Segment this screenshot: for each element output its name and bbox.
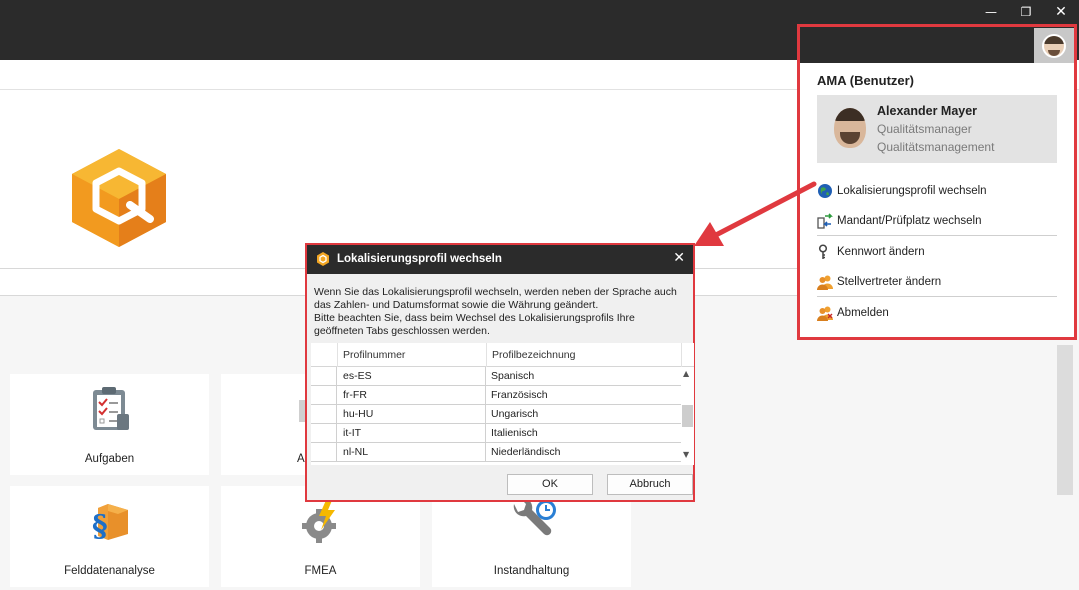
- column-header-profile-name[interactable]: Profilbezeichnung: [492, 349, 575, 361]
- column-divider: [486, 343, 487, 367]
- minimize-button[interactable]: —: [976, 2, 1006, 22]
- dialog-message: Wenn Sie das Lokalisierungsprofil wechse…: [314, 286, 689, 338]
- row-selector[interactable]: [311, 405, 337, 423]
- dialog-close-button[interactable]: ✕: [673, 250, 685, 266]
- user-account-title: AMA (Benutzer): [817, 73, 915, 88]
- avatar-button[interactable]: [1034, 28, 1074, 63]
- restore-button[interactable]: ❐: [1011, 2, 1041, 22]
- avatar-icon: [1042, 34, 1066, 58]
- app-logo-icon: [317, 252, 329, 266]
- tile-label: Instandhaltung: [493, 565, 570, 577]
- tile-felddatenanalyse[interactable]: § Felddatenanalyse: [10, 486, 209, 587]
- cell-profile-number: fr-FR: [337, 386, 486, 404]
- column-divider: [681, 343, 682, 367]
- cell-profile-number: es-ES: [337, 367, 486, 385]
- logout-users-icon: [817, 306, 833, 321]
- dialog-message-line: geöffneten Tabs geschlossen werden.: [314, 325, 490, 337]
- switch-arrows-icon: [817, 213, 833, 229]
- menu-item-localization[interactable]: Lokalisierungsprofil wechseln: [817, 179, 1057, 203]
- key-icon: [818, 244, 828, 259]
- column-header-profile-number[interactable]: Profilnummer: [343, 349, 405, 361]
- cell-profile-name: Spanisch: [491, 370, 535, 382]
- tile-label: Aufgaben: [84, 453, 135, 465]
- grid-rows: es-ES Spanisch fr-FR Französisch hu-HU U…: [311, 367, 681, 462]
- tile-label: Felddatenanalyse: [64, 565, 155, 577]
- cell-profile-name: Italienisch: [491, 427, 538, 439]
- dialog-message-line: Bitte beachten Sie, dass beim Wechsel de…: [314, 312, 635, 324]
- table-row[interactable]: es-ES Spanisch: [311, 367, 681, 386]
- row-selector[interactable]: [311, 367, 337, 385]
- menu-divider: [817, 235, 1057, 236]
- menu-item-label: Stellvertreter ändern: [837, 276, 942, 288]
- menu-item-label: Kennwort ändern: [837, 246, 925, 258]
- menu-divider: [817, 296, 1057, 297]
- row-selector[interactable]: [311, 443, 337, 461]
- table-row[interactable]: hu-HU Ungarisch: [311, 405, 681, 424]
- profile-photo: [834, 108, 866, 148]
- page-scrollbar[interactable]: [1057, 345, 1073, 495]
- dialog-titlebar[interactable]: Lokalisierungsprofil wechseln ✕: [307, 245, 693, 274]
- profile-grid: Profilnummer Profilbezeichnung es-ES Spa…: [311, 343, 694, 465]
- cell-profile-name: Niederländisch: [491, 446, 561, 458]
- dialog-title: Lokalisierungsprofil wechseln: [337, 253, 502, 265]
- app-logo-icon: [72, 149, 166, 247]
- menu-item-label: Mandant/Prüfplatz wechseln: [837, 215, 982, 227]
- paragraph-box-icon: §: [92, 504, 128, 544]
- scroll-down-icon[interactable]: ▼: [683, 450, 689, 459]
- menu-item-change-deputy[interactable]: Stellvertreter ändern: [817, 270, 1057, 294]
- menu-item-switch-client[interactable]: Mandant/Prüfplatz wechseln: [817, 209, 1057, 233]
- dialog-message-line: Wenn Sie das Lokalisierungsprofil wechse…: [314, 286, 677, 298]
- profile-card: Alexander Mayer Qualitätsmanager Qualitä…: [817, 95, 1057, 163]
- cell-profile-name: Ungarisch: [491, 408, 539, 420]
- wrench-clock-icon: [513, 497, 556, 536]
- row-selector[interactable]: [311, 386, 337, 404]
- table-row[interactable]: it-IT Italienisch: [311, 424, 681, 443]
- user-panel-header: [800, 27, 1074, 63]
- cell-profile-number: hu-HU: [337, 405, 486, 423]
- column-divider: [337, 343, 338, 367]
- localization-dialog: Lokalisierungsprofil wechseln ✕ Wenn Sie…: [305, 243, 695, 502]
- profile-department: Qualitätsmanagement: [877, 140, 995, 154]
- profile-role: Qualitätsmanager: [877, 122, 972, 136]
- grid-scrollbar[interactable]: ▲ ▼: [681, 367, 694, 463]
- grid-header: Profilnummer Profilbezeichnung: [311, 343, 694, 367]
- dialog-message-line: das Zahlen- und Datumsformat sowie die W…: [314, 299, 599, 311]
- users-icon: [817, 275, 833, 290]
- tile-label: FMEA: [304, 565, 337, 577]
- user-menu-panel: AMA (Benutzer) Alexander Mayer Qualitäts…: [797, 24, 1077, 340]
- row-selector[interactable]: [311, 424, 337, 442]
- menu-item-label: Lokalisierungsprofil wechseln: [837, 185, 987, 197]
- clipboard-checklist-icon: [92, 387, 129, 430]
- ok-button[interactable]: OK: [507, 474, 593, 495]
- tile-aufgaben[interactable]: Aufgaben: [10, 374, 209, 475]
- gear-lightning-icon: [301, 498, 336, 543]
- close-window-button[interactable]: ✕: [1046, 2, 1076, 22]
- cell-profile-number: it-IT: [337, 424, 486, 442]
- scrollbar-thumb[interactable]: [682, 405, 693, 427]
- table-row[interactable]: nl-NL Niederländisch: [311, 443, 681, 462]
- globe-icon: [818, 184, 832, 198]
- cell-profile-number: nl-NL: [337, 443, 486, 461]
- menu-item-label: Abmelden: [837, 307, 889, 319]
- menu-item-change-password[interactable]: Kennwort ändern: [817, 240, 1057, 264]
- table-row[interactable]: fr-FR Französisch: [311, 386, 681, 405]
- cell-profile-name: Französisch: [491, 389, 548, 401]
- svg-text:§: §: [92, 509, 108, 544]
- menu-item-logout[interactable]: Abmelden: [817, 301, 1057, 325]
- cancel-button[interactable]: Abbruch: [607, 474, 693, 495]
- scroll-up-icon[interactable]: ▲: [683, 369, 689, 378]
- profile-name: Alexander Mayer: [877, 104, 978, 118]
